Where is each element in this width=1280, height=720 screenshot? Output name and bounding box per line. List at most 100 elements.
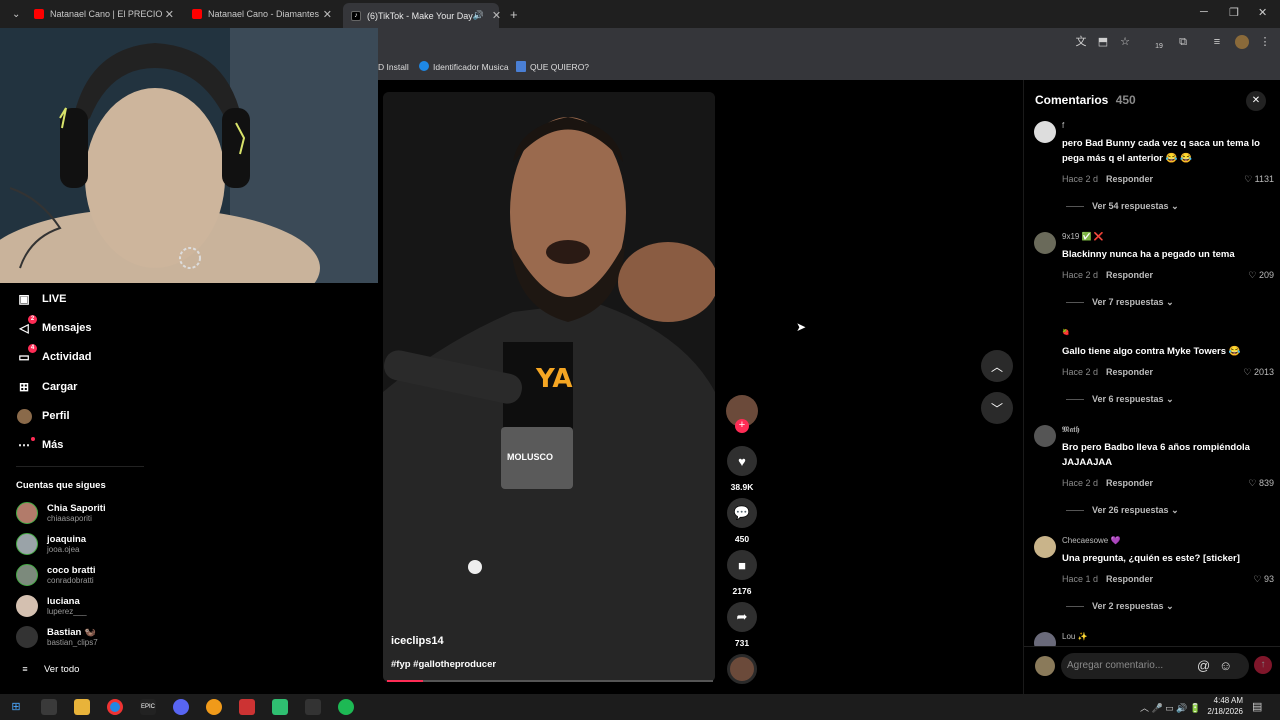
avatar[interactable] bbox=[1034, 329, 1056, 351]
account-name: luciana bbox=[47, 596, 80, 607]
video-player[interactable]: YA MOLUSCO iceclips14 #fyp #gallotheprod… bbox=[383, 92, 715, 682]
reply-button[interactable]: Responder bbox=[1106, 478, 1153, 488]
comment-user[interactable]: 𝕸𝖆𝖙𝖍 bbox=[1062, 425, 1080, 435]
minimize-icon[interactable]: ─ bbox=[1200, 6, 1208, 18]
reply-button[interactable]: Responder bbox=[1106, 174, 1153, 184]
menu-icon[interactable]: ⋮ bbox=[1258, 35, 1272, 49]
bookmark-star-icon[interactable]: ☆ bbox=[1118, 35, 1132, 49]
account-name: coco bratti bbox=[47, 565, 96, 576]
author-avatar[interactable]: + bbox=[726, 395, 758, 433]
avatar[interactable] bbox=[1034, 425, 1056, 447]
notifications-icon[interactable]: ▤ bbox=[1252, 700, 1262, 713]
mention-icon[interactable]: @ bbox=[1197, 653, 1210, 679]
tray-icons[interactable]: ︿ 🎤 ▭ 🔊 🔋 bbox=[1140, 701, 1201, 714]
app-icon[interactable] bbox=[272, 699, 288, 715]
nav-item-actividad[interactable]: ▭ 4 Actividad bbox=[16, 344, 92, 365]
comment-user[interactable]: f bbox=[1062, 121, 1064, 130]
see-all-label: Ver todo bbox=[44, 663, 80, 675]
tab-youtube-2[interactable]: Natanael Cano - Diamantes [Of ✕ bbox=[184, 3, 340, 25]
comment-button[interactable]: 💬 450 bbox=[726, 498, 758, 544]
new-tab-button[interactable]: + bbox=[502, 3, 522, 25]
share-button[interactable]: ➦ 731 bbox=[726, 602, 758, 648]
following-account[interactable]: joaquina jooa.ojea bbox=[16, 533, 86, 555]
nav-item-label: Cargar bbox=[42, 381, 78, 393]
tab-search-button[interactable]: ⌄ bbox=[4, 3, 22, 25]
clock-time[interactable]: 4:48 AM bbox=[1207, 696, 1243, 705]
sound-avatar[interactable] bbox=[726, 654, 758, 684]
view-replies-button[interactable]: Ver 7 respuestas ⌄ bbox=[1066, 297, 1174, 308]
comment-like-button[interactable]: ♡ 209 bbox=[1248, 270, 1274, 281]
comment-user[interactable]: 🍓 bbox=[1062, 329, 1069, 336]
nav-item-mensajes[interactable]: ◁ 2 Mensajes bbox=[16, 315, 92, 336]
avatar[interactable] bbox=[1034, 121, 1056, 143]
nav-item-mas[interactable]: ⋯ Más bbox=[16, 437, 63, 453]
nav-item-live[interactable]: ▣ LIVE bbox=[16, 291, 66, 307]
comment-like-button[interactable]: ♡ 839 bbox=[1248, 478, 1274, 489]
comment-like-button[interactable]: ♡ 1131 bbox=[1244, 174, 1274, 185]
nav-item-perfil[interactable]: Perfil bbox=[16, 408, 70, 424]
extension-badge[interactable]: 19 bbox=[1152, 35, 1166, 50]
clock-date[interactable]: 2/18/2026 bbox=[1203, 707, 1243, 716]
follow-plus-icon[interactable]: + bbox=[735, 419, 749, 433]
profile-avatar-icon[interactable] bbox=[1235, 35, 1249, 49]
close-icon[interactable]: ✕ bbox=[323, 8, 332, 21]
comment-user[interactable]: 9x19 ✅ ❌ bbox=[1062, 232, 1104, 241]
view-replies-button[interactable]: Ver 6 respuestas ⌄ bbox=[1066, 394, 1174, 405]
install-app-icon[interactable]: ⬒ bbox=[1096, 35, 1110, 49]
see-all-link[interactable]: ≡ Ver todo bbox=[20, 661, 79, 677]
tab-youtube-1[interactable]: Natanael Cano | El PRECIO a PA ✕ bbox=[26, 3, 182, 25]
video-progress-bar[interactable] bbox=[387, 680, 713, 682]
browser-icon[interactable] bbox=[206, 699, 222, 715]
comment-user[interactable]: Checaesowe 💜 bbox=[1062, 536, 1120, 545]
audio-icon[interactable]: 🔊 bbox=[473, 10, 484, 21]
reply-button[interactable]: Responder bbox=[1106, 574, 1153, 584]
close-icon[interactable]: ✕ bbox=[492, 9, 501, 22]
view-replies-button[interactable]: Ver 2 respuestas ⌄ bbox=[1066, 601, 1174, 612]
reply-button[interactable]: Responder bbox=[1106, 367, 1153, 377]
extensions-icon[interactable]: ⧉ bbox=[1176, 35, 1190, 49]
task-view-icon[interactable] bbox=[41, 699, 57, 715]
avatar[interactable] bbox=[1034, 232, 1056, 254]
tab-tiktok[interactable]: ♪ (6)TikTok - Make Your Day 🔊 ✕ bbox=[343, 3, 501, 28]
view-replies-button[interactable]: Ver 54 respuestas ⌄ bbox=[1066, 201, 1179, 212]
video-caption[interactable]: #fyp #gallotheproducer bbox=[391, 659, 496, 670]
file-explorer-icon[interactable] bbox=[74, 699, 90, 715]
view-replies-button[interactable]: Ver 26 respuestas ⌄ bbox=[1066, 505, 1179, 516]
nav-item-cargar[interactable]: ⊞ Cargar bbox=[16, 379, 78, 395]
close-comments-button[interactable]: ✕ bbox=[1246, 91, 1266, 111]
window-close-icon[interactable]: ✕ bbox=[1258, 6, 1267, 19]
next-video-button[interactable]: ﹀ bbox=[981, 392, 1013, 424]
save-button[interactable]: ■ 2176 bbox=[726, 550, 758, 596]
epic-games-icon[interactable]: EPIC bbox=[140, 699, 156, 715]
media-control-icon[interactable]: ≡ bbox=[1210, 35, 1224, 49]
bookmark-install[interactable]: D Install bbox=[378, 62, 409, 72]
comment-like-button[interactable]: ♡ 93 bbox=[1253, 574, 1274, 585]
video-author[interactable]: iceclips14 bbox=[391, 635, 444, 647]
reply-button[interactable]: Responder bbox=[1106, 270, 1153, 280]
chrome-icon[interactable] bbox=[107, 699, 123, 715]
like-button[interactable]: ♥ 38.9K bbox=[726, 446, 758, 492]
voicemeeter-icon[interactable] bbox=[239, 699, 255, 715]
following-account[interactable]: Bastian 🦦 bastian_clips7 bbox=[16, 626, 98, 648]
avatar[interactable] bbox=[1034, 632, 1056, 646]
translate-icon[interactable]: 文 bbox=[1074, 35, 1088, 49]
previous-video-button[interactable]: ︿ bbox=[981, 350, 1013, 382]
close-icon[interactable]: ✕ bbox=[165, 8, 174, 21]
restore-icon[interactable]: ❐ bbox=[1229, 6, 1239, 19]
comment-user[interactable]: Lou ✨ bbox=[1062, 632, 1088, 641]
comment-like-button[interactable]: ♡ 2013 bbox=[1243, 367, 1274, 378]
spotify-icon[interactable] bbox=[338, 699, 354, 715]
bookmark-music[interactable]: Identificador Musica bbox=[433, 62, 509, 72]
avatar[interactable] bbox=[1034, 536, 1056, 558]
start-icon[interactable]: ⊞ bbox=[8, 699, 24, 715]
emoji-icon[interactable]: ☺ bbox=[1219, 653, 1232, 679]
following-account[interactable]: luciana luperez___ bbox=[16, 595, 87, 617]
following-account[interactable]: coco bratti conradobratti bbox=[16, 564, 96, 586]
send-button[interactable]: ↑ bbox=[1254, 656, 1272, 674]
comment-icon: 💬 bbox=[727, 498, 757, 528]
bookmark-que-quiero[interactable]: QUE QUIERO? bbox=[530, 62, 589, 72]
following-account[interactable]: Chia Saporiti chiaasaporiti bbox=[16, 502, 106, 524]
comment-input[interactable]: Agregar comentario... @ ☺ bbox=[1061, 653, 1249, 679]
capcut-icon[interactable] bbox=[305, 699, 321, 715]
discord-icon[interactable] bbox=[173, 699, 189, 715]
